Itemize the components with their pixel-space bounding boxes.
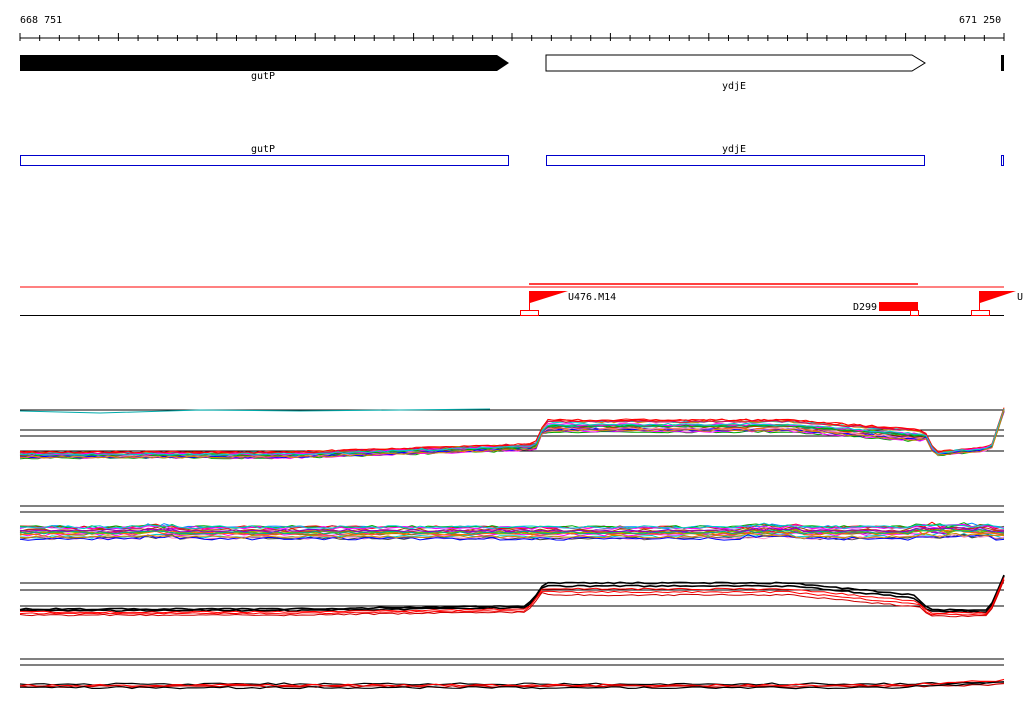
flag-2-block[interactable] xyxy=(879,302,918,311)
flag-1-base xyxy=(520,310,539,316)
gene-track: gutP ydjE xyxy=(20,54,1004,92)
annotation-box-ydje[interactable] xyxy=(546,155,925,166)
flag-2-base xyxy=(910,310,919,316)
annotation-box-track: gutP ydjE xyxy=(20,144,1004,166)
signal-panel-3 xyxy=(19,574,1005,618)
signal-panel-2 xyxy=(19,505,1005,541)
flag-1-icon[interactable] xyxy=(530,291,568,303)
ruler-start-label: 668 751 xyxy=(20,15,62,26)
annotation-box-edge[interactable] xyxy=(1001,155,1004,166)
flag-3-base xyxy=(971,310,990,316)
gene-arrow-gutp[interactable] xyxy=(20,55,509,71)
position-ruler: 668 751 671 250 xyxy=(19,15,1005,41)
gene-label-ydje: ydjE xyxy=(722,81,746,92)
genome-browser-canvas: 668 751 671 250 gutP ydjE gutP ydjE U476… xyxy=(19,15,1023,690)
feature-track: U476.M14 D299 U xyxy=(20,283,1023,316)
flag-3-label: U xyxy=(1017,292,1023,303)
annotation-box-gutp[interactable] xyxy=(20,155,509,166)
panel-4-series xyxy=(19,678,1005,687)
signal-panel-1 xyxy=(19,407,1005,460)
flag-2-label: D299 xyxy=(853,302,877,313)
gene-label-gutp: gutP xyxy=(251,71,275,82)
panel-4-series-lines xyxy=(19,678,1005,690)
flag-1-label: U476.M14 xyxy=(568,292,616,303)
gene-arrow-edge[interactable] xyxy=(1001,55,1004,71)
gene-arrow-ydje[interactable] xyxy=(545,54,926,72)
panel-2-series-lines xyxy=(19,521,1005,541)
flag-3-icon[interactable] xyxy=(980,291,1016,303)
panel-3-series xyxy=(19,575,1005,613)
ruler-end-label: 671 250 xyxy=(959,15,1001,26)
box-label-ydje: ydjE xyxy=(722,144,746,155)
ruler-ticks xyxy=(19,33,1005,41)
signal-panel-4 xyxy=(19,658,1005,690)
panel-3-series-lines xyxy=(19,574,1005,618)
box-label-gutp: gutP xyxy=(251,144,275,155)
